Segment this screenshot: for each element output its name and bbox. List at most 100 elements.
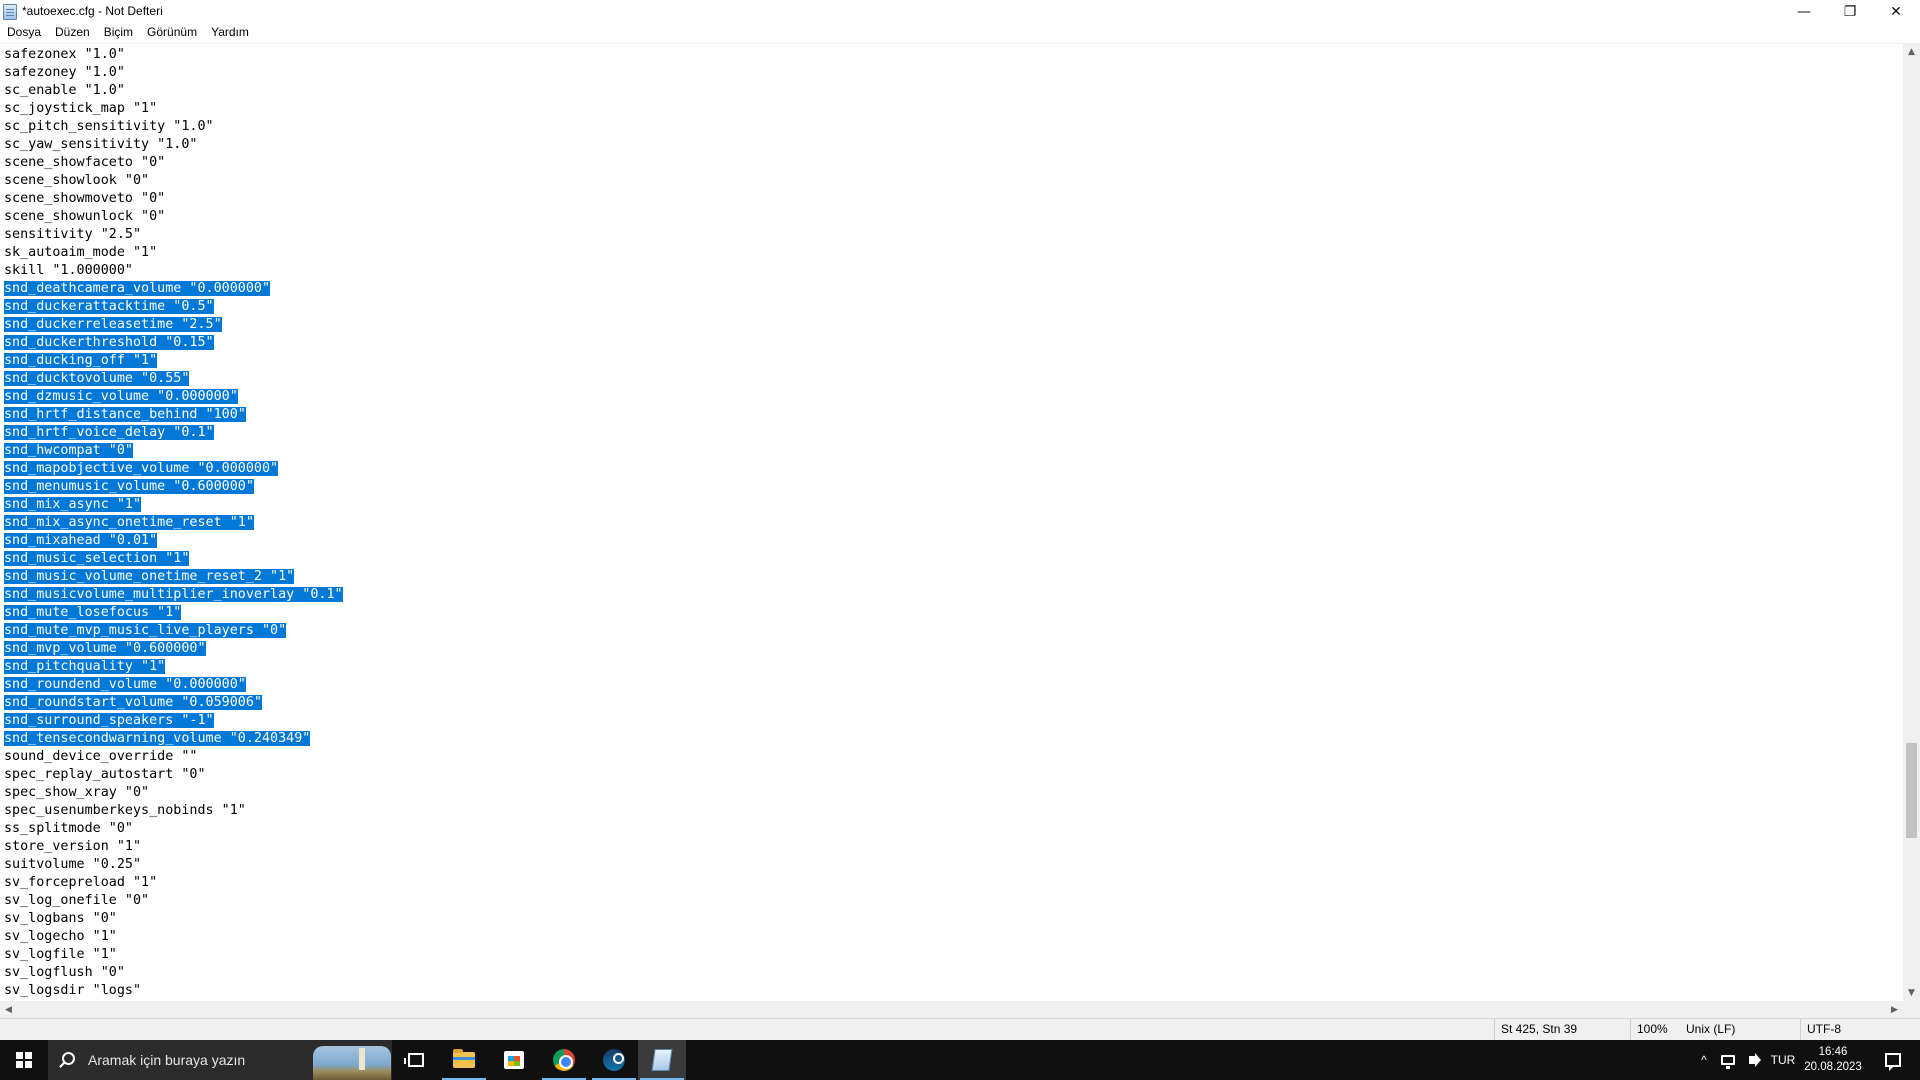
- taskbar: Aramak için buraya yazın ^ TUR 16:46 20.…: [0, 1040, 1920, 1080]
- text-line[interactable]: snd_tensecondwarning_volume "0.240349": [4, 730, 343, 748]
- text-line[interactable]: sc_yaw_sensitivity "1.0": [4, 136, 343, 154]
- selected-text: snd_mute_mvp_music_live_players "0": [4, 623, 287, 638]
- volume-button[interactable]: [1740, 1040, 1764, 1080]
- text-line[interactable]: snd_hrtf_voice_delay "0.1": [4, 424, 343, 442]
- start-button[interactable]: [0, 1040, 48, 1080]
- text-line[interactable]: snd_mix_async_onetime_reset "1": [4, 514, 343, 532]
- minimize-button[interactable]: —: [1781, 0, 1827, 24]
- text-line[interactable]: spec_usenumberkeys_nobinds "1": [4, 802, 343, 820]
- notepad-app-icon[interactable]: [3, 4, 17, 20]
- network-button[interactable]: [1716, 1040, 1740, 1080]
- search-placeholder: Aramak için buraya yazın: [88, 1052, 246, 1068]
- text-line[interactable]: snd_mute_losefocus "1": [4, 604, 343, 622]
- text-line[interactable]: snd_music_selection "1": [4, 550, 343, 568]
- taskbar-notepad[interactable]: [638, 1040, 686, 1080]
- text-line[interactable]: sv_log_onefile "0": [4, 892, 343, 910]
- text-line[interactable]: snd_hrtf_distance_behind "100": [4, 406, 343, 424]
- menu-format[interactable]: Biçim: [97, 24, 140, 42]
- text-line[interactable]: snd_mvp_volume "0.600000": [4, 640, 343, 658]
- text-line[interactable]: scene_showfaceto "0": [4, 154, 343, 172]
- menu-view[interactable]: Görünüm: [140, 24, 204, 42]
- taskbar-microsoft-store[interactable]: [490, 1040, 538, 1080]
- horizontal-scrollbar[interactable]: ◀ ▶: [0, 1001, 1903, 1018]
- selected-text: snd_mix_async_onetime_reset "1": [4, 515, 254, 530]
- menu-file[interactable]: Dosya: [0, 24, 48, 42]
- action-center-button[interactable]: [1866, 1040, 1920, 1080]
- text-line[interactable]: scene_showunlock "0": [4, 208, 343, 226]
- text-line[interactable]: snd_mapobjective_volume "0.000000": [4, 460, 343, 478]
- close-button[interactable]: ✕: [1873, 0, 1919, 24]
- text-line[interactable]: spec_show_xray "0": [4, 784, 343, 802]
- text-line[interactable]: sc_enable "1.0": [4, 82, 343, 100]
- selected-text: snd_music_volume_onetime_reset_2 "1": [4, 569, 295, 584]
- text-line[interactable]: snd_ducktovolume "0.55": [4, 370, 343, 388]
- show-hidden-icons-button[interactable]: ^: [1692, 1040, 1716, 1080]
- text-line[interactable]: ss_splitmode "0": [4, 820, 343, 838]
- text-line[interactable]: snd_duckerthreshold "0.15": [4, 334, 343, 352]
- text-line[interactable]: safezonex "1.0": [4, 46, 343, 64]
- line-text: sc_yaw_sensitivity "1.0": [4, 137, 198, 152]
- text-line[interactable]: snd_duckerreleasetime "2.5": [4, 316, 343, 334]
- text-line[interactable]: sv_logbans "0": [4, 910, 343, 928]
- selected-text: snd_mvp_volume "0.600000": [4, 641, 206, 656]
- notepad-icon: [651, 1049, 673, 1071]
- text-line[interactable]: spec_replay_autostart "0": [4, 766, 343, 784]
- line-text: store_version "1": [4, 839, 142, 854]
- restore-button[interactable]: ❐: [1827, 0, 1873, 24]
- text-line[interactable]: scene_showlook "0": [4, 172, 343, 190]
- task-view-button[interactable]: [392, 1040, 440, 1080]
- selected-text: snd_deathcamera_volume "0.000000": [4, 281, 271, 296]
- text-line[interactable]: snd_musicvolume_multiplier_inoverlay "0.…: [4, 586, 343, 604]
- text-line[interactable]: snd_menumusic_volume "0.600000": [4, 478, 343, 496]
- text-line[interactable]: snd_deathcamera_volume "0.000000": [4, 280, 343, 298]
- text-line[interactable]: snd_roundstart_volume "0.059006": [4, 694, 343, 712]
- taskbar-steam[interactable]: [590, 1040, 638, 1080]
- text-line[interactable]: snd_music_volume_onetime_reset_2 "1": [4, 568, 343, 586]
- text-line[interactable]: sensitivity "2.5": [4, 226, 343, 244]
- text-line[interactable]: snd_roundend_volume "0.000000": [4, 676, 343, 694]
- input-language[interactable]: TUR: [1766, 1040, 1800, 1080]
- text-line[interactable]: snd_dzmusic_volume "0.000000": [4, 388, 343, 406]
- text-line[interactable]: sv_logflush "0": [4, 964, 343, 982]
- taskbar-file-explorer[interactable]: [440, 1040, 488, 1080]
- text-line[interactable]: snd_surround_speakers "-1": [4, 712, 343, 730]
- scroll-down-arrow-icon[interactable]: ▼: [1903, 984, 1920, 1001]
- text-line[interactable]: scene_showmoveto "0": [4, 190, 343, 208]
- text-line[interactable]: snd_mixahead "0.01": [4, 532, 343, 550]
- taskbar-search-box[interactable]: Aramak için buraya yazın: [48, 1040, 392, 1080]
- text-line[interactable]: snd_pitchquality "1": [4, 658, 343, 676]
- text-line[interactable]: sv_logsdir "logs": [4, 982, 343, 1000]
- text-line[interactable]: sv_logfile "1": [4, 946, 343, 964]
- selected-text: snd_hwcompat "0": [4, 443, 133, 458]
- text-line[interactable]: sound_device_override "": [4, 748, 343, 766]
- editor-lines[interactable]: safezonex "1.0" safezoney "1.0" sc_enable …: [4, 46, 343, 1000]
- text-line[interactable]: snd_ducking_off "1": [4, 352, 343, 370]
- scroll-left-arrow-icon[interactable]: ◀: [0, 1001, 17, 1018]
- search-icon: [62, 1052, 75, 1065]
- title-bar[interactable]: *autoexec.cfg - Not Defteri — ❐ ✕: [0, 0, 1920, 24]
- text-line[interactable]: sc_pitch_sensitivity "1.0": [4, 118, 343, 136]
- taskbar-chrome[interactable]: [540, 1040, 588, 1080]
- text-line[interactable]: suitvolume "0.25": [4, 856, 343, 874]
- menu-edit[interactable]: Düzen: [48, 24, 97, 42]
- line-text: sc_pitch_sensitivity "1.0": [4, 119, 214, 134]
- text-line[interactable]: sv_forcepreload "1": [4, 874, 343, 892]
- text-line[interactable]: snd_duckerattacktime "0.5": [4, 298, 343, 316]
- text-line[interactable]: snd_mute_mvp_music_live_players "0": [4, 622, 343, 640]
- text-line[interactable]: safezoney "1.0": [4, 64, 343, 82]
- vertical-scrollbar[interactable]: ▲ ▼: [1903, 43, 1920, 1001]
- text-line[interactable]: store_version "1": [4, 838, 343, 856]
- text-line[interactable]: snd_mix_async "1": [4, 496, 343, 514]
- text-editor[interactable]: safezonex "1.0" safezoney "1.0" sc_enable …: [0, 43, 1903, 1001]
- text-line[interactable]: snd_hwcompat "0": [4, 442, 343, 460]
- menu-help[interactable]: Yardım: [204, 24, 256, 42]
- scroll-right-arrow-icon[interactable]: ▶: [1886, 1001, 1903, 1018]
- selected-text: snd_musicvolume_multiplier_inoverlay "0.…: [4, 587, 343, 602]
- text-line[interactable]: sk_autoaim_mode "1": [4, 244, 343, 262]
- scroll-up-arrow-icon[interactable]: ▲: [1903, 43, 1920, 60]
- clock[interactable]: 16:46 20.08.2023: [1800, 1040, 1866, 1080]
- text-line[interactable]: sv_logecho "1": [4, 928, 343, 946]
- text-line[interactable]: skill "1.000000": [4, 262, 343, 280]
- vertical-scroll-thumb[interactable]: [1906, 743, 1917, 838]
- text-line[interactable]: sc_joystick_map "1": [4, 100, 343, 118]
